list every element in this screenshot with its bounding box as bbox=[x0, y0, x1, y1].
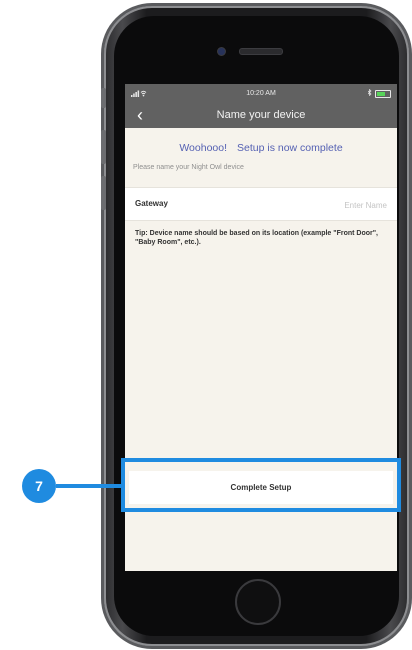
bluetooth-icon bbox=[367, 88, 372, 98]
mute-switch bbox=[101, 88, 106, 108]
naming-tip: Tip: Device name should be based on its … bbox=[135, 230, 378, 246]
name-prompt: Please name your Night Owl device bbox=[133, 164, 244, 171]
callout-step-badge: 7 bbox=[22, 469, 56, 503]
earpiece-speaker bbox=[239, 48, 283, 55]
callout-connector bbox=[56, 484, 122, 488]
front-camera bbox=[217, 47, 226, 56]
status-icons bbox=[367, 88, 391, 98]
callout-highlight-frame bbox=[121, 458, 401, 512]
device-name-label: Gateway bbox=[135, 199, 168, 208]
device-name-row: Gateway bbox=[125, 187, 397, 221]
page-title: Name your device bbox=[216, 109, 306, 121]
battery-icon bbox=[375, 89, 391, 98]
success-exclamation: Woohooo! bbox=[179, 142, 228, 154]
status-time: 10:20 AM bbox=[246, 90, 276, 97]
success-text: Setup is now complete bbox=[237, 142, 343, 154]
volume-down-button bbox=[101, 176, 106, 210]
device-name-input[interactable] bbox=[265, 196, 389, 214]
navigation-bar: ‹ Name your device bbox=[125, 104, 397, 128]
status-bar: 10:20 AM bbox=[125, 84, 397, 104]
home-button[interactable] bbox=[235, 579, 281, 625]
success-message: Woohooo! Setup is now complete bbox=[125, 142, 397, 154]
volume-up-button bbox=[101, 130, 106, 164]
